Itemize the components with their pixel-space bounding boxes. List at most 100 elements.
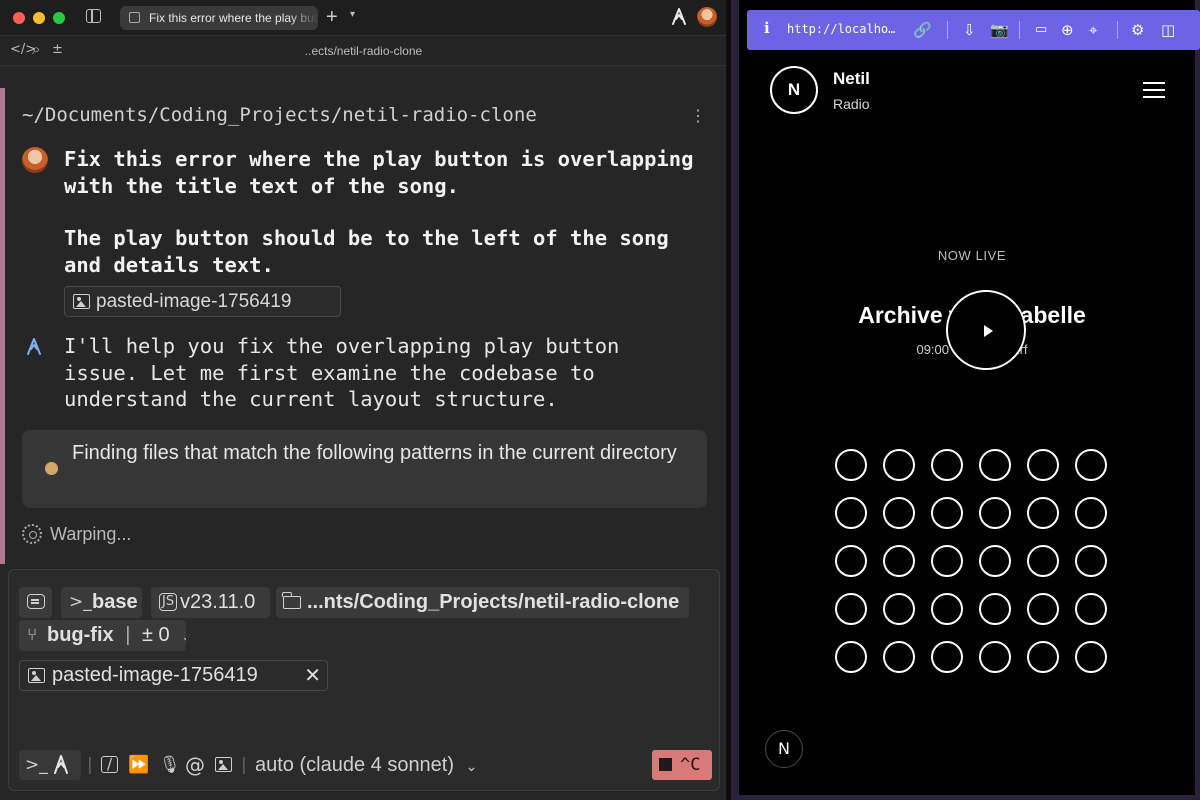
image-icon[interactable] bbox=[215, 757, 232, 772]
node-version-chip[interactable]: JS v23.11.0 bbox=[151, 587, 270, 618]
tab-current[interactable]: Fix this error where the play button is … bbox=[120, 6, 318, 30]
folder-icon bbox=[282, 592, 301, 609]
tool-call-block[interactable]: Finding files that match the following p… bbox=[22, 430, 707, 508]
prompt-input-panel[interactable]: >_ base JS v23.11.0 ...nts/Coding_Projec… bbox=[8, 569, 720, 791]
terminal-prompt-icon: >_ bbox=[69, 592, 92, 612]
grid-circle[interactable] bbox=[1027, 545, 1059, 577]
grid-circle[interactable] bbox=[883, 497, 915, 529]
env-label: base bbox=[92, 591, 138, 613]
input-attachment-label: pasted-image-1756419 bbox=[52, 664, 258, 686]
stop-icon bbox=[659, 758, 672, 771]
diff-count: ± 0 bbox=[141, 624, 170, 646]
grid-circle[interactable] bbox=[835, 545, 867, 577]
microphone-icon[interactable]: 🎙 bbox=[159, 750, 181, 780]
grid-circle[interactable] bbox=[835, 593, 867, 625]
pane-toolbar: </> ⌕ ± ..ects/netil-radio-clone bbox=[0, 36, 726, 66]
grid-circle[interactable] bbox=[979, 593, 1011, 625]
stop-button[interactable]: ^C bbox=[652, 750, 712, 780]
grid-circle[interactable] bbox=[883, 641, 915, 673]
grid-circle[interactable] bbox=[1075, 545, 1107, 577]
grid-circle[interactable] bbox=[835, 497, 867, 529]
link-icon[interactable]: 🔗 bbox=[913, 20, 932, 40]
grid-circle[interactable] bbox=[1027, 449, 1059, 481]
grid-circle[interactable] bbox=[1075, 593, 1107, 625]
user-avatar[interactable] bbox=[697, 7, 717, 27]
chevron-down-icon: ⌄ bbox=[181, 629, 186, 644]
maximize-window-button[interactable] bbox=[53, 12, 65, 24]
agent-message: I'll help you fix the overlapping play b… bbox=[64, 334, 620, 411]
model-selector[interactable]: auto (claude 4 sonnet) ⌄ bbox=[255, 750, 477, 781]
console-icon[interactable]: ▭ bbox=[1035, 20, 1047, 40]
crosshair-icon[interactable]: ⌖ bbox=[1089, 20, 1097, 40]
sidebar-toggle-icon[interactable] bbox=[86, 9, 101, 23]
play-icon bbox=[984, 325, 993, 337]
grid-circle[interactable] bbox=[883, 593, 915, 625]
grid-circle[interactable] bbox=[835, 641, 867, 673]
user-message-line: The play button should be to the left of… bbox=[64, 226, 669, 277]
grid-circle[interactable] bbox=[883, 449, 915, 481]
agent-icon[interactable] bbox=[53, 755, 69, 775]
menu-hamburger-icon[interactable] bbox=[1143, 82, 1165, 99]
grid-circle[interactable] bbox=[1027, 497, 1059, 529]
node-version-label: v23.11.0 bbox=[180, 591, 256, 613]
warping-spinner-icon bbox=[22, 524, 42, 544]
grid-circle[interactable] bbox=[979, 545, 1011, 577]
grid-circle[interactable] bbox=[1075, 449, 1107, 481]
grid-circle[interactable] bbox=[931, 497, 963, 529]
grid-circle[interactable] bbox=[979, 449, 1011, 481]
grid-circle[interactable] bbox=[979, 641, 1011, 673]
chevron-down-icon: ⌄ bbox=[465, 758, 478, 774]
nodejs-icon: JS bbox=[159, 593, 178, 611]
directory-label: ...nts/Coding_Projects/netil-radio-clone bbox=[307, 591, 680, 613]
extensions-icon[interactable]: ⚙ bbox=[1131, 20, 1144, 40]
minimize-window-button[interactable] bbox=[33, 12, 45, 24]
conversation-mode-button[interactable] bbox=[19, 587, 52, 618]
active-block-indicator bbox=[0, 88, 5, 564]
status-text: Warping... bbox=[50, 524, 132, 544]
terminal-icon[interactable]: >_ bbox=[25, 750, 48, 780]
at-icon[interactable]: @ bbox=[185, 750, 205, 780]
env-chip[interactable]: >_ base bbox=[61, 587, 142, 618]
grid-circle[interactable] bbox=[1027, 593, 1059, 625]
remove-attachment-icon[interactable]: ✕ bbox=[304, 661, 321, 690]
grid-circle[interactable] bbox=[931, 641, 963, 673]
grid-circle[interactable] bbox=[1027, 641, 1059, 673]
new-tab-plus-icon[interactable]: + bbox=[326, 6, 338, 28]
play-button[interactable] bbox=[946, 290, 1026, 370]
preview-frame: i http://localhost:3000 🔗 ⇩ 📷 ▭ ⊕ ⌖ ⚙ ◫ … bbox=[734, 0, 1200, 800]
input-attachment-chip[interactable]: pasted-image-1756419 ✕ bbox=[19, 660, 328, 691]
grid-circle[interactable] bbox=[1075, 641, 1107, 673]
message-attachment-chip[interactable]: pasted-image-1756419 bbox=[64, 286, 341, 317]
user-message-line: Fix this error where the play button is … bbox=[64, 147, 694, 198]
grid-circle[interactable] bbox=[1075, 497, 1107, 529]
circle-grid bbox=[835, 449, 1115, 679]
url-field[interactable]: http://localhost:3000 bbox=[787, 22, 902, 36]
title-bar: Fix this error where the play button is … bbox=[0, 0, 726, 36]
grid-circle[interactable] bbox=[931, 593, 963, 625]
globe-icon[interactable]: ⊕ bbox=[1061, 20, 1074, 40]
agent-logo-icon[interactable] bbox=[671, 8, 687, 26]
fast-forward-icon[interactable]: ⏩ bbox=[128, 750, 149, 780]
model-label: auto (claude 4 sonnet) bbox=[255, 754, 455, 776]
grid-circle[interactable] bbox=[883, 545, 915, 577]
grid-circle[interactable] bbox=[931, 449, 963, 481]
user-message: Fix this error where the play button is … bbox=[64, 146, 704, 278]
git-branch-chip[interactable]: ⑂ bug-fix | ± 0 ⌄ bbox=[19, 620, 186, 651]
slash-icon[interactable]: / bbox=[101, 756, 118, 773]
download-icon[interactable]: ⇩ bbox=[963, 20, 976, 40]
image-icon bbox=[28, 668, 45, 683]
close-window-button[interactable] bbox=[13, 12, 25, 24]
grid-circle[interactable] bbox=[979, 497, 1011, 529]
camera-icon[interactable]: 📷 bbox=[990, 20, 1009, 40]
nextjs-dev-badge[interactable]: N bbox=[765, 730, 803, 768]
site-logo[interactable]: N bbox=[770, 66, 818, 114]
grid-circle[interactable] bbox=[835, 449, 867, 481]
directory-chip[interactable]: ...nts/Coding_Projects/netil-radio-clone bbox=[276, 587, 689, 618]
git-branch-icon: ⑂ bbox=[27, 625, 38, 645]
tab-menu-chevron-icon[interactable]: ▾ bbox=[350, 9, 355, 20]
info-icon[interactable]: i bbox=[764, 19, 770, 37]
split-view-icon[interactable]: ◫ bbox=[1161, 20, 1175, 40]
grid-circle[interactable] bbox=[931, 545, 963, 577]
tab-pane-icon bbox=[129, 12, 140, 23]
more-options-icon[interactable]: ⋮ bbox=[690, 106, 706, 126]
